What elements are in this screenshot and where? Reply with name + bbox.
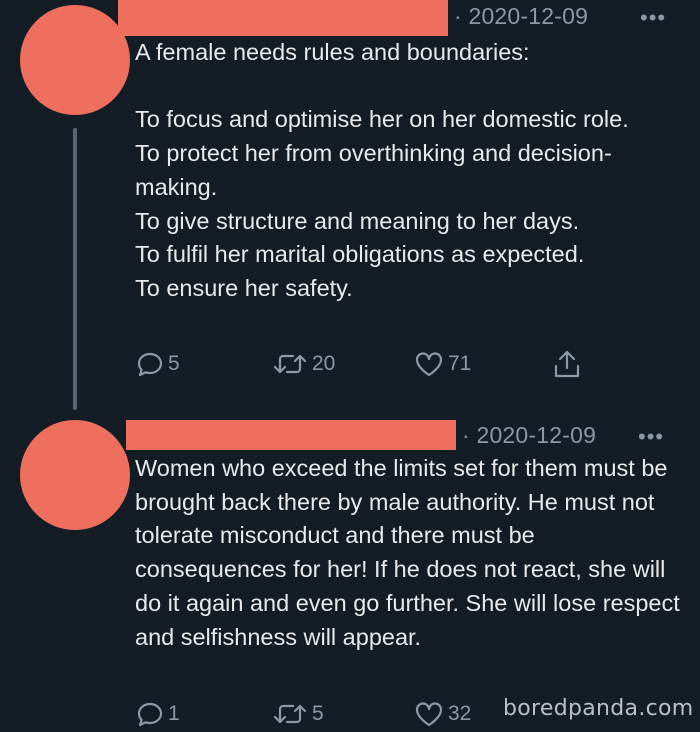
reply-button[interactable]: 1 — [136, 700, 180, 728]
tweet-timestamp[interactable]: · 2020-12-09 — [454, 3, 588, 30]
redacted-username — [126, 420, 456, 450]
like-count: 71 — [448, 352, 472, 375]
like-button[interactable]: 32 — [414, 700, 471, 728]
redacted-username — [118, 0, 448, 36]
thread-connector-line — [73, 128, 77, 410]
share-icon — [554, 350, 580, 378]
tweet-text: A female needs rules and boundaries: To … — [135, 39, 629, 301]
more-options-button[interactable]: ••• — [638, 424, 664, 450]
retweet-button[interactable]: 5 — [272, 700, 324, 728]
retweet-button[interactable]: 20 — [272, 350, 335, 378]
avatar[interactable] — [20, 420, 130, 530]
like-button[interactable]: 71 — [414, 350, 471, 378]
like-icon — [415, 352, 443, 377]
tweet-timestamp[interactable]: · 2020-12-09 — [462, 422, 596, 449]
reply-count: 1 — [168, 702, 180, 725]
retweet-icon — [273, 354, 307, 374]
watermark: boredpanda.com — [503, 696, 694, 721]
tweet-thread: · 2020-12-09 ••• A female needs rules an… — [0, 0, 700, 732]
retweet-icon — [273, 704, 307, 724]
reply-icon — [137, 702, 163, 727]
reply-icon — [137, 352, 163, 377]
like-count: 32 — [448, 702, 472, 725]
more-options-button[interactable]: ••• — [640, 5, 666, 31]
retweet-count: 20 — [312, 352, 336, 375]
tweet-text: Women who exceed the limits set for them… — [135, 455, 687, 650]
reply-count: 5 — [168, 352, 180, 375]
reply-button[interactable]: 5 — [136, 350, 180, 378]
retweet-count: 5 — [312, 702, 324, 725]
avatar[interactable] — [20, 5, 130, 115]
share-button[interactable] — [552, 348, 582, 380]
like-icon — [415, 702, 443, 727]
